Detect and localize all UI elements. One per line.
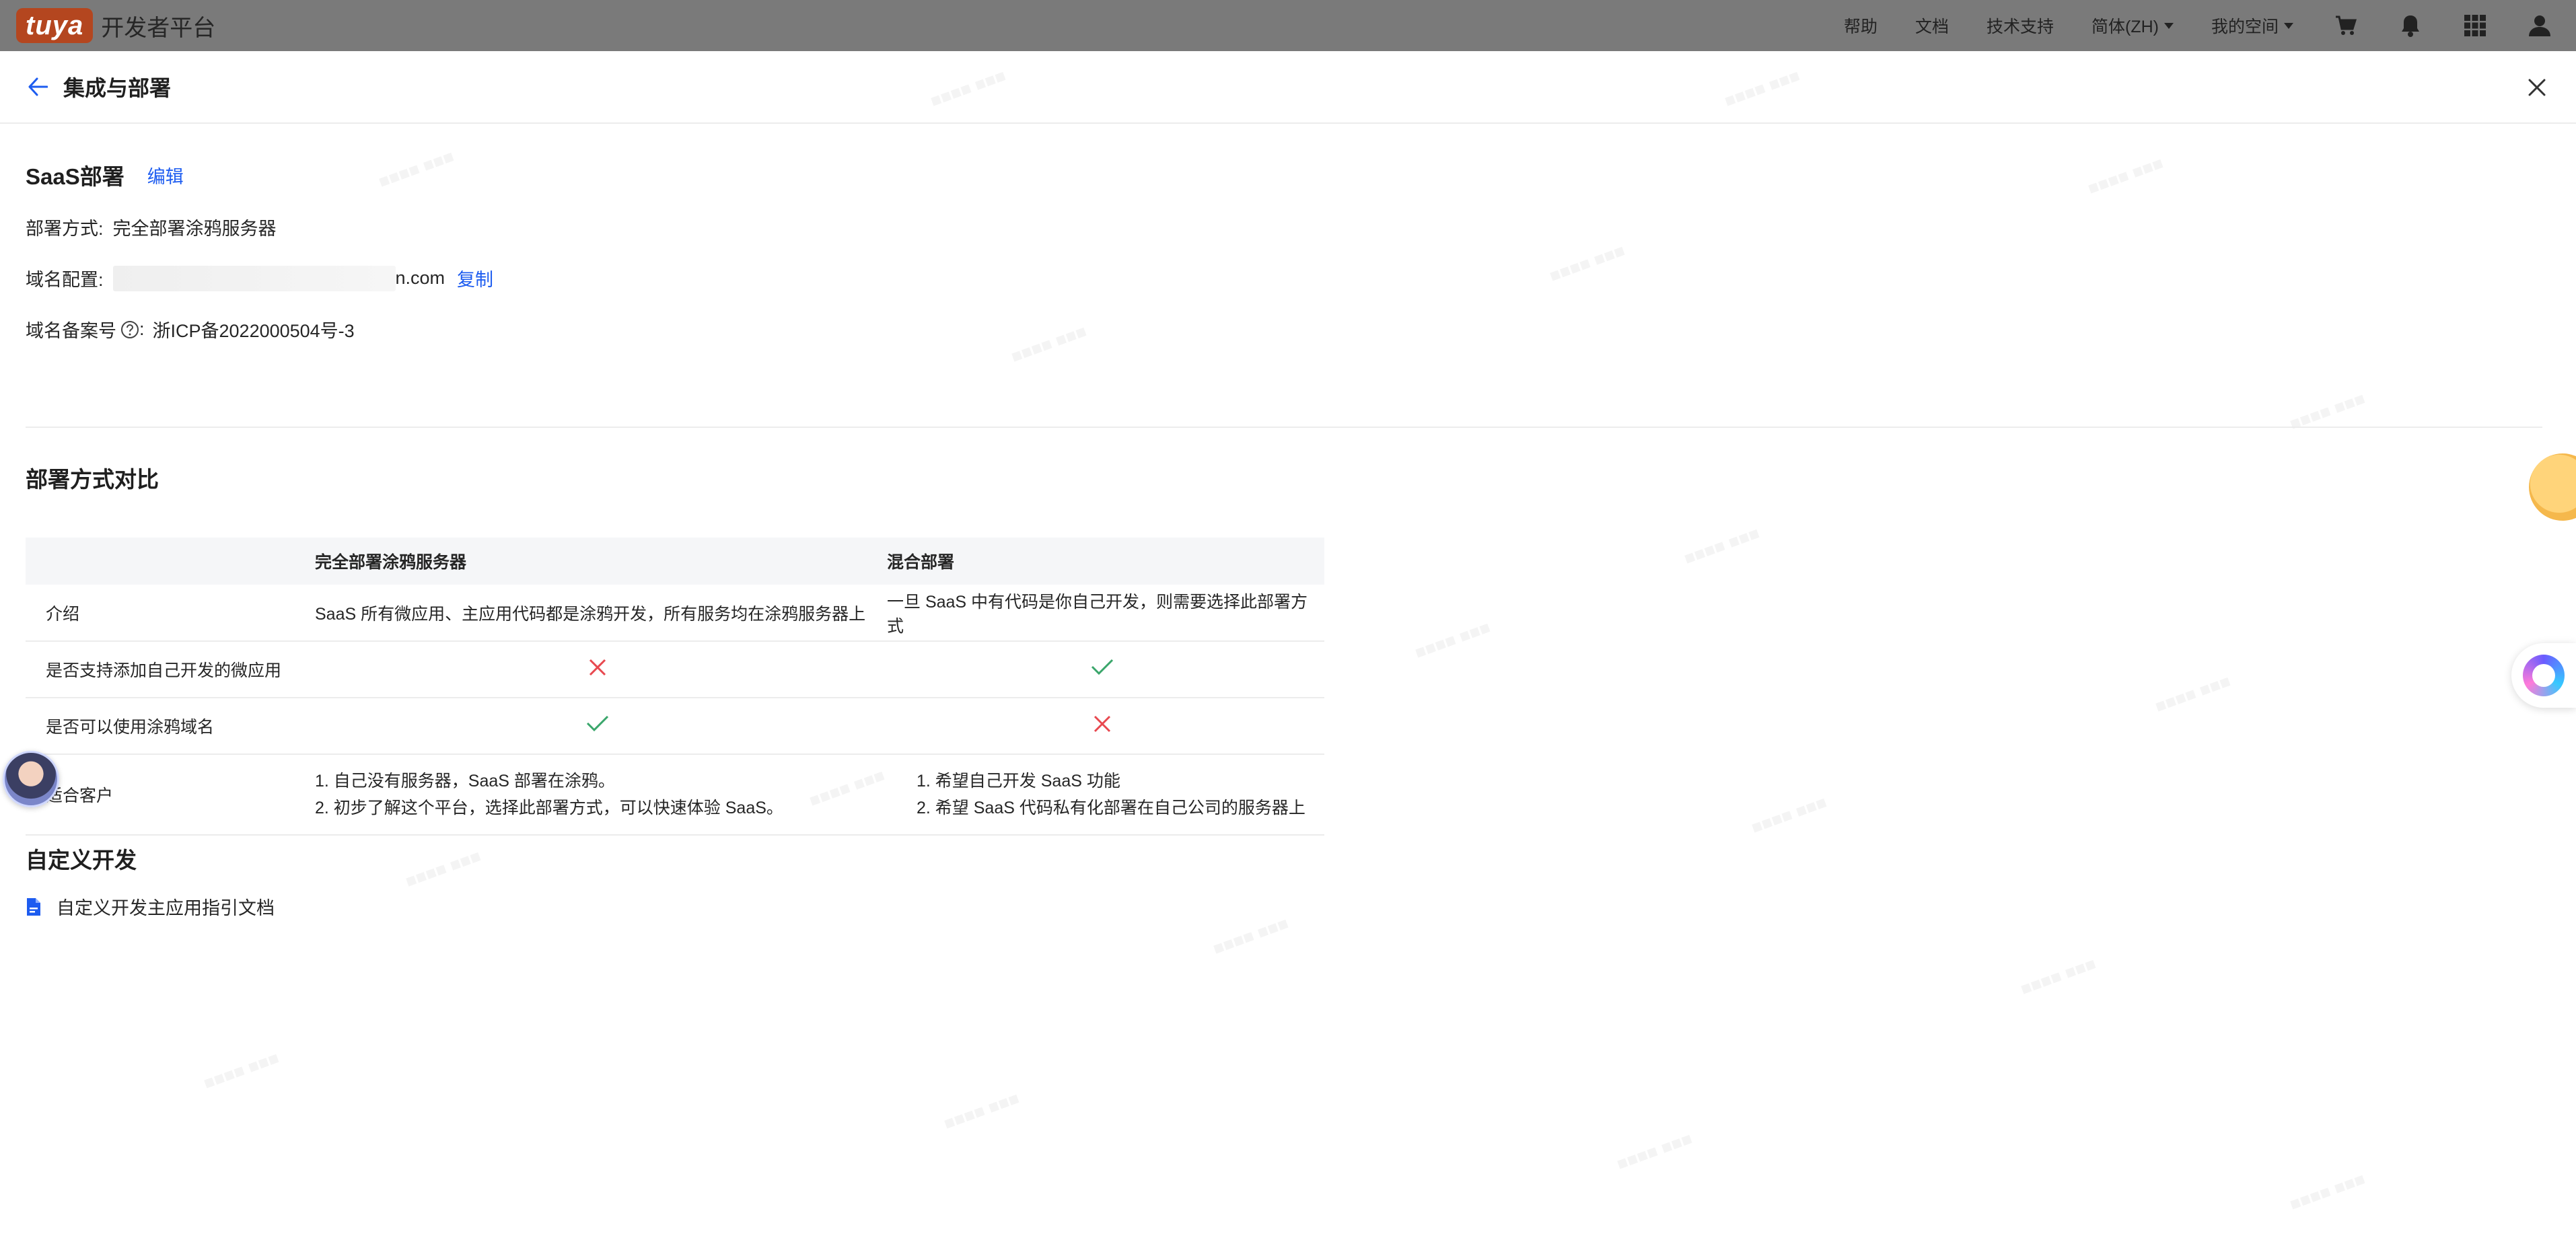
apps-grid-icon[interactable] <box>2463 13 2487 38</box>
customers-hybrid-line-2: 2. 希望 SaaS 代码私有化部署在自己公司的服务器上 <box>917 799 1305 817</box>
deploy-method-row: 部署方式: 完全部署涂鸦服务器 <box>26 214 277 240</box>
nav-support[interactable]: 技术支持 <box>1987 13 2054 38</box>
custom-dev-section-title: 自定义开发 <box>26 848 137 873</box>
table-row: 是否支持添加自己开发的微应用 <box>26 641 1324 698</box>
row-label-customers: 适合客户 <box>26 754 315 836</box>
icp-row: 域名备案号 : 浙ICP备2022000504号-3 <box>26 316 355 342</box>
table-row: 介绍 SaaS 所有微应用、主应用代码都是涂鸦开发，所有服务均在涂鸦服务器上 一… <box>26 585 1324 642</box>
saas-section-title: SaaS部署 <box>26 164 124 189</box>
row-label-custom-app: 是否支持添加自己开发的微应用 <box>26 641 315 698</box>
deploy-method-label: 部署方式: <box>26 219 104 239</box>
top-nav-links: 帮助 文档 技术支持 简体(ZH) 我的空间 <box>1806 13 2552 38</box>
customers-full-line-2: 2. 初步了解这个平台，选择此部署方式，可以快速体验 SaaS。 <box>315 799 783 817</box>
domain-redacted <box>112 265 396 291</box>
deploy-method-value: 完全部署涂鸦服务器 <box>112 219 277 239</box>
customers-hybrid-line-1: 1. 希望自己开发 SaaS 功能 <box>917 772 1120 791</box>
customers-hybrid: 1. 希望自己开发 SaaS 功能 2. 希望 SaaS 代码私有化部署在自己公… <box>887 754 1324 836</box>
copy-link[interactable]: 复制 <box>457 265 493 291</box>
assistant-avatar-button[interactable] <box>3 751 59 807</box>
user-icon[interactable] <box>2528 13 2552 38</box>
table-header-hybrid: 混合部署 <box>887 538 1324 585</box>
tuya-logo: tuya <box>16 8 94 43</box>
table-header-empty <box>26 538 315 585</box>
custom-app-hybrid <box>887 641 1324 698</box>
table-row: 是否可以使用涂鸦域名 <box>26 698 1324 755</box>
table-header-row: 完全部署涂鸦服务器 混合部署 <box>26 538 1324 585</box>
cross-icon <box>1094 715 1111 732</box>
document-icon <box>27 897 40 916</box>
bell-icon[interactable] <box>2398 13 2423 38</box>
icp-label: 域名备案号 <box>26 321 116 341</box>
close-icon[interactable] <box>2524 74 2550 101</box>
language-dropdown[interactable]: 简体(ZH) <box>2091 13 2174 38</box>
custom-app-full <box>315 641 887 698</box>
custom-dev-doc-link[interactable]: 自定义开发主应用指引文档 <box>26 893 275 920</box>
integration-deployment-drawer: ■■■■ ■■■ ■■■■ ■■■ ■■■■ ■■■ ■■■■ ■■■ ■■■■… <box>0 51 2576 1250</box>
ai-orb-icon <box>2523 655 2565 696</box>
back-arrow-icon[interactable] <box>24 73 51 100</box>
mascot-float-button[interactable] <box>2529 453 2576 521</box>
table-row: 适合客户 1. 自己没有服务器，SaaS 部署在涂鸦。 2. 初步了解这个平台，… <box>26 754 1324 836</box>
my-space-label: 我的空间 <box>2211 17 2279 36</box>
table-header-full: 完全部署涂鸦服务器 <box>315 538 887 585</box>
tuya-domain-full <box>315 698 887 755</box>
deploy-comparison-table: 完全部署涂鸦服务器 混合部署 介绍 SaaS 所有微应用、主应用代码都是涂鸦开发… <box>26 538 1324 836</box>
custom-dev-doc-label: 自定义开发主应用指引文档 <box>57 898 275 918</box>
nav-help[interactable]: 帮助 <box>1844 13 1877 38</box>
chevron-down-icon <box>2284 22 2293 29</box>
chevron-down-icon <box>2163 22 2174 29</box>
saas-deploy-heading: SaaS部署 编辑 <box>26 159 184 191</box>
help-circle-icon[interactable] <box>120 320 139 339</box>
section-divider <box>26 427 2542 428</box>
domain-config-row: 域名配置: n.com 复制 <box>26 265 493 291</box>
my-space-dropdown[interactable]: 我的空间 <box>2211 13 2293 38</box>
domain-config-label: 域名配置: <box>26 270 104 290</box>
intro-full: SaaS 所有微应用、主应用代码都是涂鸦开发，所有服务均在涂鸦服务器上 <box>315 585 887 642</box>
brand-logo[interactable]: tuya 开发者平台 <box>16 8 215 43</box>
customers-full-line-1: 1. 自己没有服务器，SaaS 部署在涂鸦。 <box>315 772 615 791</box>
drawer-title: 集成与部署 <box>63 76 172 100</box>
platform-name: 开发者平台 <box>101 15 216 41</box>
row-label-tuya-domain: 是否可以使用涂鸦域名 <box>26 698 315 755</box>
cart-icon[interactable] <box>2334 13 2358 38</box>
cross-icon <box>589 659 606 675</box>
language-label: 简体(ZH) <box>2091 17 2159 36</box>
customers-full: 1. 自己没有服务器，SaaS 部署在涂鸦。 2. 初步了解这个平台，选择此部署… <box>315 754 887 836</box>
compare-section-title: 部署方式对比 <box>26 467 159 492</box>
drawer-header: 集成与部署 <box>0 51 2576 124</box>
top-navigation-bar: tuya 开发者平台 帮助 文档 技术支持 简体(ZH) 我的空间 <box>0 0 2576 51</box>
check-icon <box>586 715 609 731</box>
row-label-intro: 介绍 <box>26 585 315 642</box>
intro-hybrid: 一旦 SaaS 中有代码是你自己开发，则需要选择此部署方式 <box>887 585 1324 642</box>
domain-suffix: n.com <box>395 268 445 288</box>
nav-docs[interactable]: 文档 <box>1915 13 1949 38</box>
icp-colon: : <box>139 319 145 339</box>
ai-assistant-button[interactable] <box>2511 643 2576 708</box>
edit-link[interactable]: 编辑 <box>147 162 184 188</box>
check-icon <box>1091 659 1114 675</box>
icp-value: 浙ICP备2022000504号-3 <box>152 321 355 341</box>
tuya-domain-hybrid <box>887 698 1324 755</box>
